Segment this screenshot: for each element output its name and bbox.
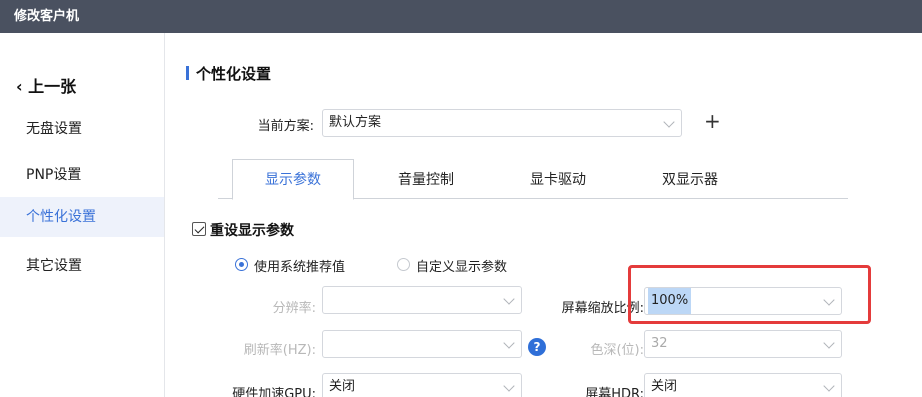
chevron-down-icon bbox=[823, 380, 835, 392]
screen-scale-label: 屏幕缩放比例: bbox=[561, 301, 644, 316]
tab-gpu-driver[interactable]: 显卡驱动 bbox=[508, 165, 608, 199]
chevron-down-icon bbox=[503, 337, 515, 349]
chevron-down-icon bbox=[663, 116, 675, 128]
radio-custom-display[interactable] bbox=[397, 258, 410, 271]
sidebar-item-pnp[interactable]: PNP设置 bbox=[0, 155, 164, 195]
gpu-acceleration-value: 关闭 bbox=[329, 379, 356, 394]
color-depth-select[interactable]: 32 bbox=[644, 330, 842, 358]
scheme-label: 当前方案: bbox=[257, 119, 314, 134]
gpu-acceleration-select[interactable]: 关闭 bbox=[322, 373, 522, 397]
screen-hdr-value: 关闭 bbox=[651, 379, 678, 394]
radio-custom-display-label: 自定义显示参数 bbox=[416, 260, 508, 275]
screen-scale-select[interactable]: 100% bbox=[644, 287, 842, 315]
chevron-down-icon bbox=[823, 337, 835, 349]
screen-hdr-select[interactable]: 关闭 bbox=[644, 373, 842, 397]
color-depth-value: 32 bbox=[651, 336, 668, 351]
main-panel: 个性化设置 当前方案: 默认方案 + 显示参数 音量控制 显卡驱动 双显示器 重… bbox=[166, 33, 922, 397]
add-scheme-button[interactable]: + bbox=[704, 111, 721, 131]
tab-volume-control[interactable]: 音量控制 bbox=[376, 165, 476, 199]
screen-hdr-label: 屏幕HDR: bbox=[585, 387, 644, 397]
tab-dual-monitor[interactable]: 双显示器 bbox=[640, 165, 740, 199]
tab-bar: 显示参数 音量控制 显卡驱动 双显示器 bbox=[218, 157, 848, 200]
help-icon[interactable]: ? bbox=[528, 338, 546, 356]
window-title: 修改客户机 bbox=[0, 0, 922, 33]
color-depth-label: 色深(位): bbox=[590, 343, 644, 358]
chevron-down-icon bbox=[823, 294, 835, 306]
back-button[interactable]: ‹ 上一张 bbox=[16, 73, 76, 97]
radio-system-recommended[interactable] bbox=[235, 258, 248, 271]
gpu-acceleration-label: 硬件加速GPU: bbox=[232, 387, 316, 397]
radio-system-recommended-label: 使用系统推荐值 bbox=[254, 260, 346, 275]
chevron-down-icon bbox=[503, 380, 515, 392]
resolution-label: 分辨率: bbox=[272, 301, 316, 316]
chevron-down-icon bbox=[503, 293, 515, 305]
scheme-select[interactable]: 默认方案 bbox=[322, 109, 682, 137]
sidebar-item-personalization[interactable]: 个性化设置 bbox=[0, 197, 164, 237]
resolution-select[interactable] bbox=[322, 286, 522, 314]
reset-display-label: 重设显示参数 bbox=[210, 223, 294, 239]
screen-scale-value: 100% bbox=[648, 288, 692, 314]
refresh-rate-select[interactable] bbox=[322, 330, 522, 358]
tab-display-params[interactable]: 显示参数 bbox=[232, 159, 354, 200]
sidebar-item-diskless[interactable]: 无盘设置 bbox=[0, 109, 164, 149]
section-title: 个性化设置 bbox=[186, 63, 271, 84]
refresh-rate-label: 刷新率(HZ): bbox=[243, 343, 316, 358]
sidebar-item-other[interactable]: 其它设置 bbox=[0, 246, 164, 286]
scheme-value: 默认方案 bbox=[329, 115, 382, 130]
reset-display-checkbox[interactable] bbox=[192, 222, 206, 236]
sidebar: ‹ 上一张 无盘设置 PNP设置 个性化设置 其它设置 bbox=[0, 33, 165, 397]
